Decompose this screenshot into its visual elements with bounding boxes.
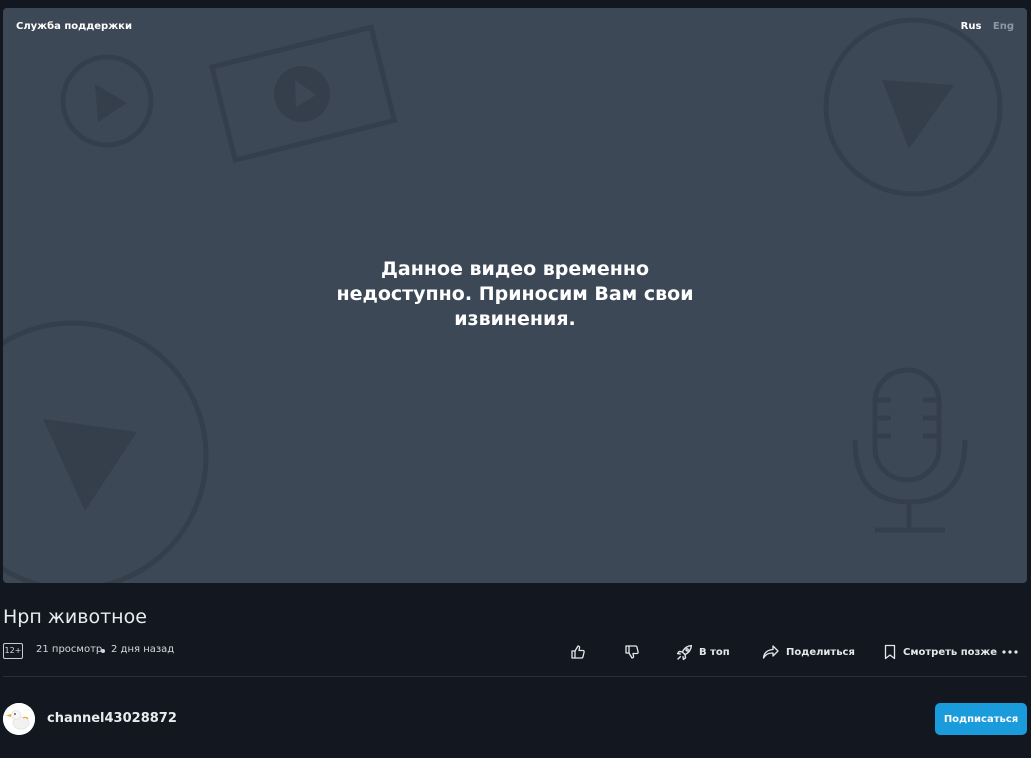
duck-avatar-icon (3, 703, 35, 735)
support-link[interactable]: Служба поддержки (16, 21, 132, 32)
age-rating-badge: 12+ (3, 643, 23, 659)
watch-later-label: Смотреть позже (903, 646, 998, 658)
watch-later-button[interactable]: Смотреть позже (883, 642, 997, 662)
more-dots-icon (1002, 650, 1018, 654)
lang-rus[interactable]: Rus (961, 21, 982, 32)
video-title: Нрп животное (3, 606, 147, 628)
more-button[interactable] (1001, 642, 1019, 662)
channel-avatar[interactable] (3, 703, 35, 735)
share-arrow-icon (762, 645, 779, 659)
boost-button[interactable]: В топ (676, 642, 730, 662)
share-label: Поделиться (786, 646, 855, 658)
boost-label: В топ (699, 646, 730, 658)
unavailable-message: Данное видео временно недоступно. Принос… (336, 258, 694, 330)
language-switcher: Rus Eng (953, 21, 1014, 32)
rocket-icon (676, 644, 693, 660)
separator-dot (101, 649, 105, 653)
channel-name[interactable]: channel43028872 (47, 711, 177, 726)
like-button[interactable] (570, 642, 586, 662)
bookmark-icon (884, 644, 896, 660)
lang-eng[interactable]: Eng (993, 21, 1014, 32)
view-count: 21 просмотр (36, 644, 103, 655)
thumbs-down-icon (625, 645, 639, 659)
video-meta-row: 12+ 21 просмотр 2 дня назад В топ Подели… (3, 642, 1027, 662)
publish-date: 2 дня назад (111, 644, 175, 655)
thumbs-up-icon (571, 645, 585, 659)
section-divider (3, 676, 1027, 677)
video-player[interactable]: Служба поддержки Rus Eng Данное видео вр… (3, 8, 1027, 583)
dislike-button[interactable] (624, 642, 640, 662)
share-button[interactable]: Поделиться (762, 642, 855, 662)
subscribe-button[interactable]: Подписаться (935, 703, 1027, 735)
